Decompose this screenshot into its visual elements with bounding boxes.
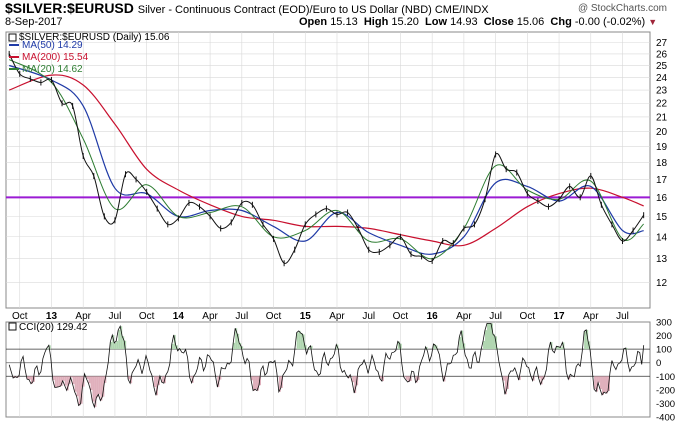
cci-overbought-fill [116, 340, 119, 350]
x-tick-label: Jul [616, 311, 629, 322]
y-tick-label: 18 [656, 158, 668, 169]
x-tick-label: Apr [202, 311, 218, 322]
y-tick-label: 12 [656, 278, 668, 289]
legend-ma200: MA(200) 15.54 [22, 52, 89, 63]
x-tick-label: Jul [109, 311, 122, 322]
cci-overbought-fill [118, 330, 121, 350]
cci-oversold-fill [255, 376, 258, 390]
cci-oversold-fill [56, 376, 59, 388]
legend-cci: CCI(20) 129.42 [19, 322, 88, 333]
cci-y-tick-label: 100 [656, 345, 672, 356]
cci-oversold-fill [64, 376, 67, 386]
y-tick-label: 25 [656, 61, 668, 72]
cci-oversold-fill [598, 376, 601, 383]
y-tick-label: 23 [656, 86, 668, 97]
y-tick-label: 14 [656, 232, 668, 243]
x-tick-label: Oct [139, 311, 155, 322]
y-tick-label: 21 [656, 112, 668, 123]
x-tick-label: 13 [46, 311, 58, 322]
y-tick-label: 24 [656, 73, 668, 84]
cci-overbought-fill [296, 332, 299, 350]
price-y-axis: 27262524 23 22 21 20 19 18 17 16 15 14 13 12 [656, 38, 668, 289]
x-tick-label: Apr [329, 311, 345, 322]
cci-overbought-fill [584, 331, 587, 350]
x-tick-label: Apr [75, 311, 91, 322]
x-tick-label: Jul [235, 311, 248, 322]
cci-oversold-fill [253, 376, 256, 391]
legend-ma20: MA(20) 14.62 [22, 64, 83, 75]
cci-oversold-fill [405, 376, 408, 380]
cci-overbought-fill [114, 342, 117, 350]
y-tick-label: 27 [656, 38, 668, 49]
cci-oversold-fill [153, 376, 156, 388]
cci-oversold-fill [29, 376, 31, 380]
y-tick-label: 26 [656, 49, 668, 60]
cci-oversold-fill [98, 376, 101, 395]
legend-cci-swatch [8, 322, 17, 331]
cci-overbought-fill [487, 323, 489, 350]
y-tick-label: 22 [656, 99, 668, 110]
x-tick-label: 17 [553, 311, 565, 322]
cci-overbought-fill [485, 330, 488, 350]
cci-y-tick-label: 0 [656, 358, 661, 369]
legend-price-swatch [8, 33, 17, 42]
cci-oversold-fill [74, 376, 77, 392]
cci-overbought-fill [298, 330, 301, 350]
cci-oversold-fill [600, 376, 603, 390]
x-tick-label: Jul [489, 311, 502, 322]
y-tick-label: 17 [656, 175, 668, 186]
y-tick-label: 20 [656, 127, 668, 138]
x-tick-label: Apr [583, 311, 599, 322]
x-tick-label: Oct [12, 311, 28, 322]
y-tick-label: 16 [656, 193, 668, 204]
cci-oversold-fill [594, 376, 597, 390]
x-tick-label: Apr [456, 311, 472, 322]
y-tick-label: 13 [656, 254, 668, 265]
cci-oversold-fill [90, 376, 93, 391]
x-tick-label: 15 [300, 311, 312, 322]
cci-y-tick-label: -200 [656, 385, 675, 396]
cci-oversold-fill [352, 376, 355, 383]
x-tick-label: Oct [266, 311, 282, 322]
cci-panel [5, 321, 651, 418]
x-tick-label: Oct [393, 311, 409, 322]
x-tick-label: 14 [173, 311, 185, 322]
cci-oversold-fill [88, 376, 91, 384]
x-tick-label: Oct [520, 311, 536, 322]
y-tick-label: 19 [656, 142, 668, 153]
cci-y-tick-label: 300 [656, 318, 672, 329]
x-tick-label: Jul [362, 311, 375, 322]
cci-oversold-fill [92, 376, 95, 402]
price-panel [5, 31, 651, 309]
cci-y-tick-label: -300 [656, 399, 675, 410]
cci-oversold-fill [161, 376, 164, 383]
cci-y-tick-label: 200 [656, 331, 672, 342]
cci-oversold-fill [54, 376, 57, 388]
cci-oversold-fill [62, 376, 65, 381]
x-tick-label: 16 [427, 311, 439, 322]
cci-oversold-fill [379, 376, 382, 379]
cci-overbought-fill [459, 337, 462, 350]
cci-y-tick-label: -400 [656, 413, 675, 422]
cci-oversold-fill [72, 376, 75, 385]
cci-overbought-fill [483, 340, 486, 350]
cci-oversold-fill [604, 376, 606, 393]
cci-y-axis: 300 200 100 0 -100 -200 -300 -400 [656, 318, 675, 422]
cci-overbought-fill [300, 333, 303, 350]
y-tick-label: 15 [656, 212, 668, 223]
price-x-axis: Oct 13 Apr Jul Oct 14 Apr Jul Oct 15 Apr Jul Oct 16 Ap… [12, 311, 629, 322]
cci-oversold-fill [58, 376, 61, 387]
cci-overbought-fill [233, 342, 236, 350]
cci-y-tick-label: -100 [656, 372, 675, 383]
chart-svg: 27262524 23 22 21 20 19 18 17 16 15 14 13 12 Oct 13 Ap… [5, 31, 675, 422]
cci-overbought-fill [489, 323, 491, 350]
cci-oversold-fill [78, 376, 81, 406]
cci-oversold-fill [76, 376, 79, 397]
legend-ma50: MA(50) 14.29 [22, 40, 83, 51]
cci-oversold-fill [86, 376, 89, 379]
cci-oversold-fill [502, 376, 505, 381]
